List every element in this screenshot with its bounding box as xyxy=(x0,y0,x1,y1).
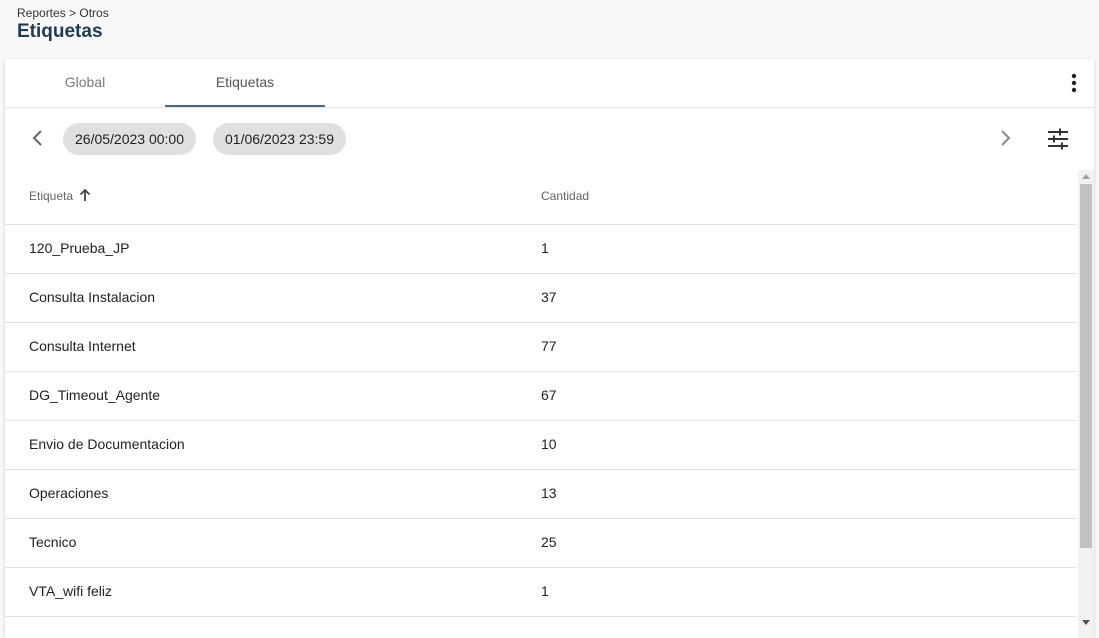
table-row[interactable]: Operaciones 13 xyxy=(5,470,1077,519)
table-row[interactable]: Tecnico 25 xyxy=(5,519,1077,568)
cell-cantidad: 1 xyxy=(541,240,549,256)
date-from-chip[interactable]: 26/05/2023 00:00 xyxy=(63,123,196,155)
cell-etiqueta: Operaciones xyxy=(29,485,109,501)
cell-cantidad: 10 xyxy=(541,436,557,452)
cell-etiqueta: Consulta Internet xyxy=(29,338,136,354)
column-header-etiqueta[interactable]: Etiqueta xyxy=(29,189,73,203)
cell-cantidad: 25 xyxy=(541,534,557,550)
cell-etiqueta: DG_Timeout_Agente xyxy=(29,387,160,403)
labels-table: Etiqueta Cantidad 120_Prueba_JP 1 Consul… xyxy=(5,170,1077,638)
table-row[interactable]: Envio de Documentacion 10 xyxy=(5,421,1077,470)
table-row[interactable]: Consulta Internet 77 xyxy=(5,323,1077,372)
cell-cantidad: 67 xyxy=(541,387,557,403)
cell-cantidad: 77 xyxy=(541,338,557,354)
vertical-scrollbar[interactable] xyxy=(1078,170,1094,638)
cell-etiqueta: Envio de Documentacion xyxy=(29,436,185,452)
breadcrumb: Reportes > Otros xyxy=(17,6,109,20)
report-card: Global Etiquetas 26/05/2023 00:00 01/06/… xyxy=(5,59,1094,638)
tab-global[interactable]: Global xyxy=(5,59,165,105)
cell-etiqueta: 120_Prueba_JP xyxy=(29,240,130,256)
tune-icon[interactable] xyxy=(1045,126,1071,152)
scrollbar-thumb[interactable] xyxy=(1080,184,1092,548)
date-to-chip[interactable]: 01/06/2023 23:59 xyxy=(213,123,346,155)
cell-cantidad: 1 xyxy=(541,583,549,599)
tab-bar: Global Etiquetas xyxy=(5,59,1094,108)
cell-etiqueta: Consulta Instalacion xyxy=(29,289,156,305)
table-row[interactable]: DG_Timeout_Agente 67 xyxy=(5,372,1077,421)
arrow-up-icon[interactable] xyxy=(78,188,92,202)
more-vert-icon[interactable] xyxy=(1062,69,1086,97)
page-header: Reportes > Otros Etiquetas xyxy=(0,0,1099,58)
chevron-left-icon[interactable] xyxy=(26,126,50,150)
chevron-right-icon[interactable] xyxy=(993,126,1017,150)
tab-etiquetas[interactable]: Etiquetas xyxy=(165,59,325,107)
table-row[interactable]: VTA_wifi feliz 1 xyxy=(5,568,1077,617)
cell-cantidad: 37 xyxy=(541,289,557,305)
table-row[interactable]: Consulta Instalacion 37 xyxy=(5,274,1077,323)
cell-cantidad: 13 xyxy=(541,485,557,501)
scroll-up-icon[interactable] xyxy=(1082,174,1090,179)
column-header-cantidad[interactable]: Cantidad xyxy=(541,189,589,203)
table-header: Etiqueta Cantidad xyxy=(5,170,1077,225)
table-row[interactable]: 120_Prueba_JP 1 xyxy=(5,225,1077,274)
cell-etiqueta: VTA_wifi feliz xyxy=(29,583,112,599)
scroll-down-icon[interactable] xyxy=(1082,620,1090,625)
date-toolbar: 26/05/2023 00:00 01/06/2023 23:59 xyxy=(5,108,1094,170)
cell-etiqueta: Tecnico xyxy=(29,534,77,550)
page-title: Etiquetas xyxy=(17,21,103,42)
